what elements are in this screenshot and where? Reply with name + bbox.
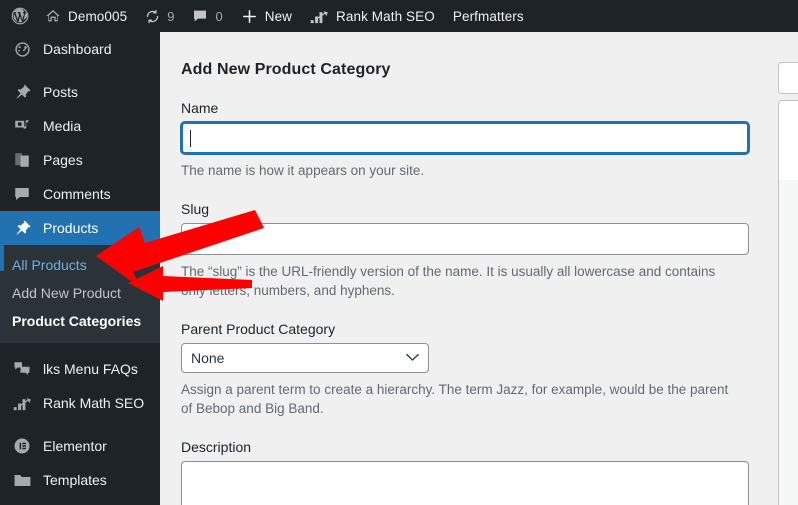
sidebar-item-label: Media [43,118,82,134]
dashboard-gauge-icon [12,40,32,59]
main-content-area: Add New Product Category Name The name i… [160,32,798,505]
ab-new-content[interactable]: New [232,0,301,32]
ab-rank-math-label: Rank Math SEO [336,8,435,24]
sidebar-item-label: Templates [43,472,107,488]
products-submenu: All Products Add New Product Product Cat… [0,245,160,343]
wordpress-logo-button[interactable] [0,0,36,32]
comments-double-icon [12,360,32,378]
name-input[interactable] [181,122,749,154]
media-camera-icon [12,117,32,135]
pin-icon [12,83,32,101]
ab-site-name[interactable]: Demo005 [36,0,136,32]
folder-icon [12,471,32,490]
field-parent-product-category: Parent Product Category None Assign a pa… [181,321,751,418]
description-textarea[interactable] [181,461,749,505]
slug-label: Slug [181,201,210,217]
sidebar-item-product-categories[interactable]: Product Categories [0,307,160,335]
ab-new-label: New [264,8,293,24]
home-icon [45,8,61,24]
sidebar-item-label: lks Menu FAQs [43,361,138,377]
comment-bubble-icon [12,185,32,203]
ab-updates-count: 9 [167,8,175,24]
sidebar-item-label: Posts [43,84,79,100]
admin-sidebar-menu: Dashboard Posts Media Pages Comments Pro… [0,32,160,505]
sidebar-item-elementor[interactable]: Elementor [0,429,160,463]
ab-updates[interactable]: 9 [136,0,183,32]
pin-icon [12,219,32,237]
sidebar-separator [0,420,160,429]
sidebar-item-label: Pages [43,152,83,168]
ab-comments-count: 0 [215,8,223,24]
name-help-text: The name is how it appears on your site. [181,163,425,178]
sidebar-separator [0,343,160,352]
updates-sync-icon [145,9,160,24]
add-term-form: Add New Product Category Name The name i… [181,32,751,505]
rank-math-bars-icon [12,396,32,411]
sidebar-item-label: Products [43,220,99,236]
ab-rank-math-seo[interactable]: Rank Math SEO [301,0,444,32]
sidebar-item-crocoblock[interactable]: Crocoblock [0,497,160,505]
wordpress-logo-icon [10,6,30,26]
right-column-panel-second [778,100,798,180]
ab-site-name-label: Demo005 [68,8,128,24]
slug-help-text: The “slug” is the URL-friendly version o… [181,264,716,298]
ab-comments[interactable]: 0 [183,0,231,32]
sidebar-item-all-products[interactable]: All Products [0,251,160,279]
elementor-icon [12,437,32,455]
sidebar-item-rank-math-seo[interactable]: Rank Math SEO [0,386,160,420]
field-description: Description [181,439,751,505]
slug-input[interactable] [181,223,749,255]
sidebar-item-dashboard[interactable]: Dashboard [0,32,160,66]
page-title: Add New Product Category [181,61,391,78]
sidebar-item-media[interactable]: Media [0,109,160,143]
field-slug: Slug The “slug” is the URL-friendly vers… [181,201,751,300]
field-name: Name The name is how it appears on your … [181,100,751,180]
parent-help-text: Assign a parent term to create a hierarc… [181,382,729,416]
sidebar-item-label: Elementor [43,438,107,454]
admin-bar: Demo005 9 0 New Rank Math SEO Perfmatter… [0,0,798,32]
sidebar-item-label: Dashboard [43,41,112,57]
rank-math-bars-icon [310,9,329,24]
sidebar-item-comments[interactable]: Comments [0,177,160,211]
sidebar-item-pages[interactable]: Pages [0,143,160,177]
wordpress-admin-screen: Demo005 9 0 New Rank Math SEO Perfmatter… [0,0,798,505]
name-label: Name [181,100,219,116]
parent-select[interactable]: None [181,343,429,373]
sidebar-item-label: Comments [43,186,111,202]
right-column-panel-top [778,62,798,94]
sidebar-item-products[interactable]: Products [0,211,160,245]
sidebar-separator [0,66,160,75]
parent-label: Parent Product Category [181,321,336,337]
text-cursor [190,130,191,147]
sidebar-item-label: Rank Math SEO [43,395,145,411]
sidebar-item-add-new-product[interactable]: Add New Product [0,279,160,307]
description-label: Description [181,439,252,455]
comment-bubble-icon [192,8,208,24]
plus-icon [241,8,258,25]
ab-perfmatters[interactable]: Perfmatters [444,0,533,32]
right-column-panel-body [778,180,798,505]
ab-perfmatters-label: Perfmatters [452,8,524,24]
pages-stack-icon [12,151,32,169]
sidebar-item-templates[interactable]: Templates [0,463,160,497]
sidebar-item-posts[interactable]: Posts [0,75,160,109]
sidebar-item-lks-menu-faqs[interactable]: lks Menu FAQs [0,352,160,386]
